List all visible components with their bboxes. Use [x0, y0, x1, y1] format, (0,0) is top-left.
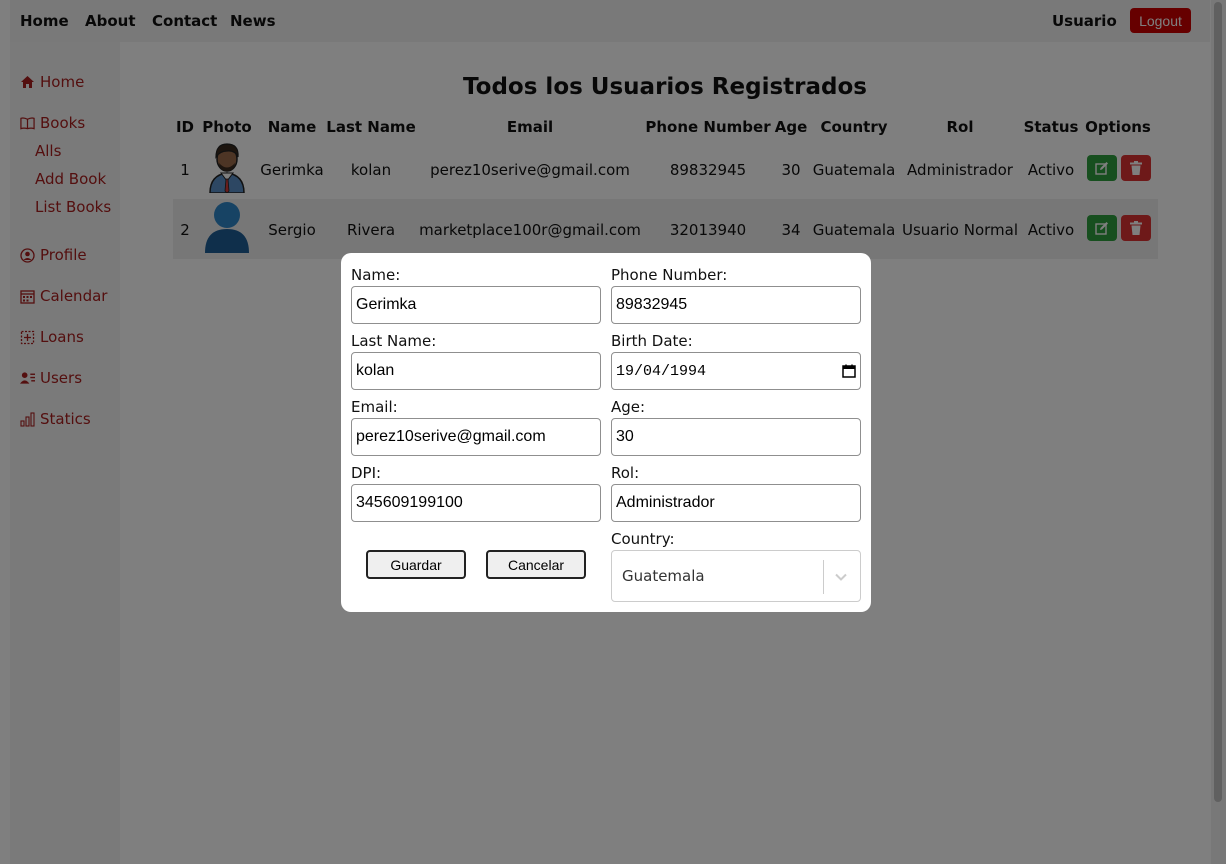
country-select[interactable]: Guatemala: [611, 550, 861, 602]
chevron-down-icon[interactable]: [834, 569, 848, 587]
edit-user-modal: Name: Last Name: Email: DPI: Guardar Can…: [341, 253, 871, 612]
email-label: Email:: [351, 398, 398, 416]
age-input[interactable]: [611, 418, 861, 456]
country-select-value: Guatemala: [622, 567, 705, 585]
birth-date-label: Birth Date:: [611, 332, 693, 350]
last-name-label: Last Name:: [351, 332, 437, 350]
phone-input[interactable]: [611, 286, 861, 324]
rol-label: Rol:: [611, 464, 640, 482]
dpi-input[interactable]: [351, 484, 601, 522]
dpi-label: DPI:: [351, 464, 382, 482]
name-input[interactable]: [351, 286, 601, 324]
calendar-icon[interactable]: [842, 364, 856, 378]
name-label: Name:: [351, 266, 401, 284]
phone-label: Phone Number:: [611, 266, 728, 284]
last-name-input[interactable]: [351, 352, 601, 390]
age-label: Age:: [611, 398, 646, 416]
save-button[interactable]: Guardar: [366, 550, 466, 579]
country-label: Country:: [611, 530, 675, 548]
email-input[interactable]: [351, 418, 601, 456]
rol-input[interactable]: [611, 484, 861, 522]
birth-date-value: 19/04/1994: [616, 362, 707, 380]
birth-date-input[interactable]: 19/04/1994: [611, 352, 861, 390]
cancel-button[interactable]: Cancelar: [486, 550, 586, 579]
select-separator: [823, 560, 824, 594]
